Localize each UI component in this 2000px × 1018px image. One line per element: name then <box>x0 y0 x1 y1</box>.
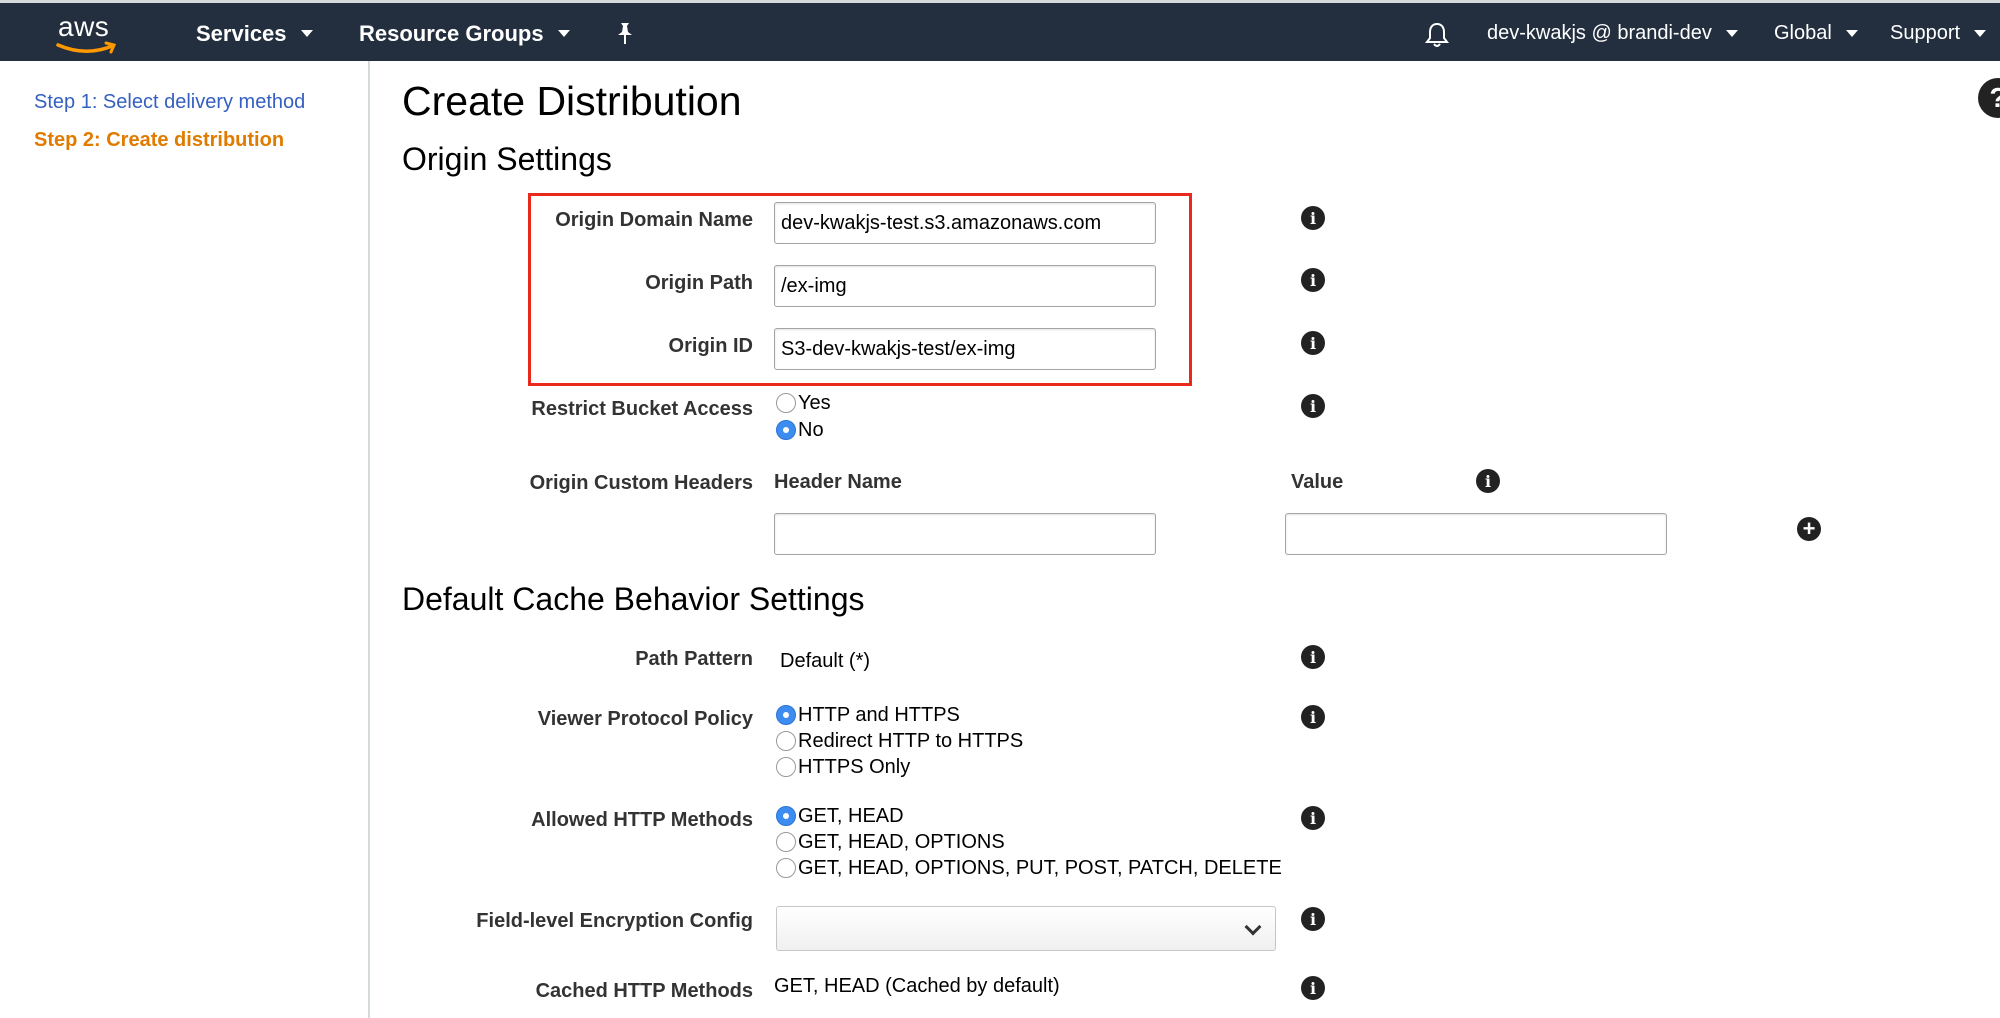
bell-icon[interactable] <box>1423 21 1451 49</box>
path-pattern-value: Default (*) <box>780 650 871 672</box>
aws-logo[interactable]: aws <box>56 11 120 55</box>
info-icon[interactable]: i <box>1301 394 1325 418</box>
radio-label: Yes <box>798 391 831 414</box>
origin-path-label: Origin Path <box>645 272 753 294</box>
header-value-input[interactable] <box>1285 513 1667 555</box>
chevron-down-icon <box>1845 30 1858 37</box>
custom-headers-label: Origin Custom Headers <box>529 472 753 494</box>
radio-label: HTTP and HTTPS <box>798 703 960 726</box>
radio-label: No <box>798 418 824 441</box>
aws-smile-icon <box>56 41 117 54</box>
info-icon[interactable]: i <box>1301 907 1325 931</box>
header-name-column: Header Name <box>774 471 902 493</box>
step-2-current: Step 2: Create distribution <box>34 129 285 151</box>
step-1-link[interactable]: Step 1: Select delivery method <box>34 91 305 114</box>
radio-button-selected[interactable] <box>776 420 796 440</box>
account-label: dev-kwakjs @ brandi-dev <box>1487 22 1712 44</box>
radio-label: GET, HEAD, OPTIONS, PUT, POST, PATCH, DE… <box>798 856 1282 879</box>
info-icon[interactable]: i <box>1301 806 1325 830</box>
chevron-down-icon <box>1244 918 1262 936</box>
viewer-option-http-https[interactable]: HTTP and HTTPS <box>776 703 960 727</box>
fle-config-label: Field-level Encryption Config <box>476 910 753 932</box>
radio-button-selected[interactable] <box>776 806 796 826</box>
origin-domain-label: Origin Domain Name <box>555 209 753 231</box>
radio-label: GET, HEAD <box>798 804 904 827</box>
viewer-option-redirect[interactable]: Redirect HTTP to HTTPS <box>776 729 1023 753</box>
top-nav: aws Services Resource Groups dev-kwakjs … <box>0 0 2000 61</box>
value-column: Value <box>1291 471 1344 493</box>
radio-label: HTTPS Only <box>798 755 911 778</box>
methods-option-all[interactable]: GET, HEAD, OPTIONS, PUT, POST, PATCH, DE… <box>776 856 1282 880</box>
origin-domain-input[interactable]: dev-kwakjs-test.s3.amazonaws.com <box>774 202 1156 244</box>
info-icon[interactable]: i <box>1301 331 1325 355</box>
info-icon[interactable]: i <box>1301 705 1325 729</box>
plus-circle-icon[interactable]: + <box>1797 517 1821 541</box>
origin-id-input[interactable]: S3-dev-kwakjs-test/ex-img <box>774 328 1156 370</box>
cache-settings-title: Default Cache Behavior Settings <box>402 581 865 617</box>
info-icon[interactable]: i <box>1301 206 1325 230</box>
resource-groups-label: Resource Groups <box>359 20 544 46</box>
help-icon[interactable]: ? <box>1978 78 2000 118</box>
restrict-yes-option[interactable]: Yes <box>776 391 831 415</box>
restrict-bucket-label: Restrict Bucket Access <box>531 398 753 420</box>
info-icon[interactable]: i <box>1476 469 1500 493</box>
radio-label: GET, HEAD, OPTIONS <box>798 830 1005 853</box>
support-menu[interactable]: Support <box>1890 3 1987 64</box>
support-label: Support <box>1890 22 1961 44</box>
origin-settings-title: Origin Settings <box>402 141 612 177</box>
cached-methods-value: GET, HEAD (Cached by default) <box>774 975 1060 997</box>
resource-groups-menu[interactable]: Resource Groups <box>359 3 570 64</box>
radio-button-selected[interactable] <box>776 705 796 725</box>
region-menu[interactable]: Global <box>1774 3 1858 64</box>
origin-id-label: Origin ID <box>668 335 753 357</box>
path-pattern-label: Path Pattern <box>635 648 753 670</box>
pin-icon[interactable] <box>614 22 636 46</box>
restrict-no-option[interactable]: No <box>776 418 824 442</box>
page-title: Create Distribution <box>402 78 742 124</box>
aws-logo-text: aws <box>58 11 110 42</box>
methods-option-get-head-options[interactable]: GET, HEAD, OPTIONS <box>776 830 1005 854</box>
header-name-input[interactable] <box>774 513 1156 555</box>
fle-config-select[interactable] <box>776 906 1276 951</box>
radio-button[interactable] <box>776 393 796 413</box>
radio-button[interactable] <box>776 757 796 777</box>
radio-label: Redirect HTTP to HTTPS <box>798 729 1024 752</box>
viewer-protocol-label: Viewer Protocol Policy <box>537 708 753 730</box>
chevron-down-icon <box>1974 30 1987 37</box>
radio-button[interactable] <box>776 731 796 751</box>
methods-option-get-head[interactable]: GET, HEAD <box>776 804 904 828</box>
info-icon[interactable]: i <box>1301 268 1325 292</box>
chevron-down-icon <box>300 30 313 37</box>
allowed-methods-label: Allowed HTTP Methods <box>531 809 753 831</box>
info-icon[interactable]: i <box>1301 645 1325 669</box>
account-menu[interactable]: dev-kwakjs @ brandi-dev <box>1487 3 1738 64</box>
radio-button[interactable] <box>776 832 796 852</box>
chevron-down-icon <box>1725 30 1738 37</box>
info-icon[interactable]: i <box>1301 976 1325 1000</box>
cached-methods-label: Cached HTTP Methods <box>535 980 753 1002</box>
services-label: Services <box>196 20 287 46</box>
wizard-sidebar: Step 1: Select delivery method Step 2: C… <box>0 61 370 1018</box>
region-label: Global <box>1774 22 1832 44</box>
chevron-down-icon <box>557 30 570 37</box>
radio-button[interactable] <box>776 858 796 878</box>
viewer-option-https-only[interactable]: HTTPS Only <box>776 755 910 779</box>
origin-path-input[interactable]: /ex-img <box>774 265 1156 307</box>
services-menu[interactable]: Services <box>196 3 313 64</box>
